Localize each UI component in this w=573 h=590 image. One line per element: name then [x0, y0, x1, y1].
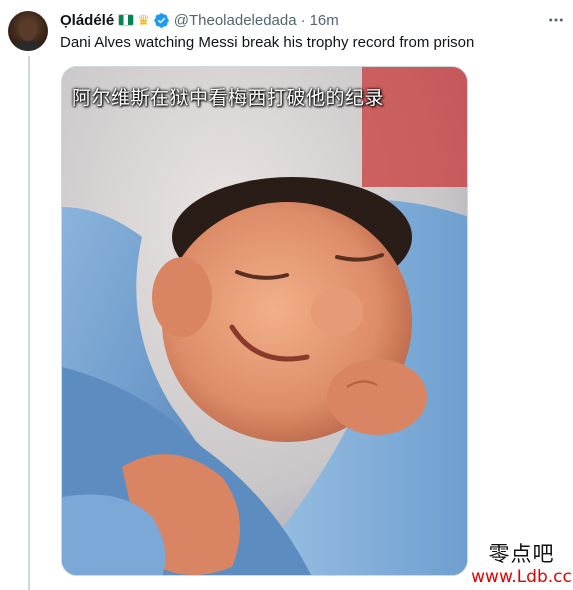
avatar-shirt [13, 41, 43, 51]
watermark-url: www.Ldb.cc [471, 567, 572, 587]
thread-line [28, 56, 30, 590]
avatar-face [19, 19, 37, 41]
tweet-header: Ọládélé ♛ @Theoladeledada · 16m [60, 10, 339, 30]
separator-dot: · [300, 11, 306, 29]
baby-photo [62, 67, 467, 575]
author-handle[interactable]: @Theoladeledada [174, 12, 297, 29]
tweet-media-image[interactable]: 阿尔维斯在狱中看梅西打破他的纪录 [61, 66, 468, 576]
image-caption: 阿尔维斯在狱中看梅西打破他的纪录 [72, 87, 385, 109]
tweet: Ọládélé ♛ @Theoladeledada · 16m Dani Alv… [0, 0, 573, 590]
avatar[interactable] [8, 11, 48, 51]
watermark-chinese: 零点吧 [488, 542, 555, 566]
timestamp[interactable]: 16m [310, 12, 339, 29]
verified-badge-icon[interactable] [153, 12, 170, 29]
watermark: 零点吧 www.Ldb.cc [470, 542, 573, 590]
nigeria-flag-icon [118, 14, 135, 26]
more-icon[interactable] [545, 10, 567, 30]
crown-icon: ♛ [137, 12, 150, 28]
author-name[interactable]: Ọládélé [60, 12, 114, 29]
tweet-text: Dani Alves watching Messi break his trop… [60, 34, 475, 51]
